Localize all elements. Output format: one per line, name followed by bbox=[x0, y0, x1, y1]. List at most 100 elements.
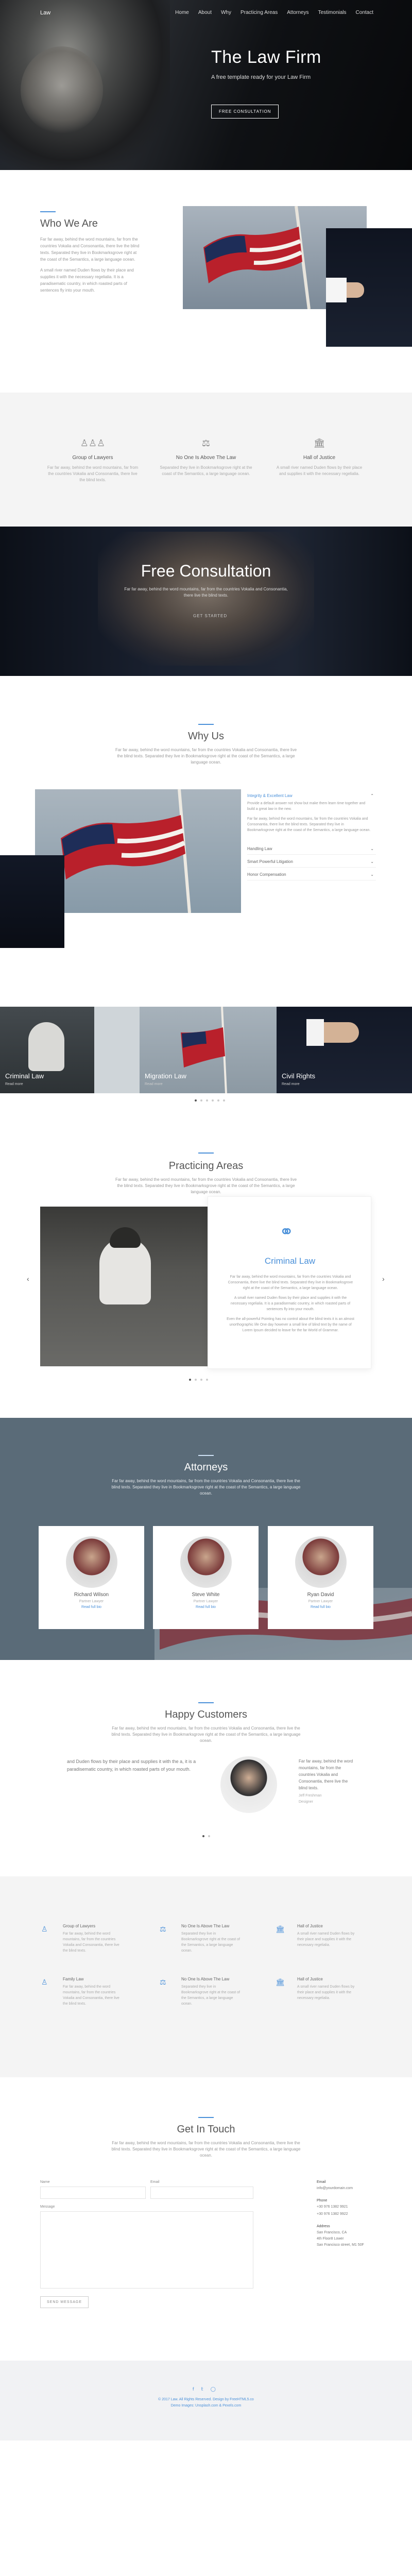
nav-item-testimonials[interactable]: Testimonials bbox=[318, 10, 347, 15]
accordion-item-handling-law[interactable]: Handling Law ⌄ bbox=[247, 843, 376, 855]
accordion-label: Handling Law bbox=[247, 846, 272, 851]
contact-address-2: 4th Floor8 Lower bbox=[317, 2237, 344, 2241]
slider-dot[interactable] bbox=[202, 1835, 204, 1837]
site-logo[interactable]: Law bbox=[40, 10, 50, 16]
attorney-bio-link[interactable]: Read full bio bbox=[153, 1605, 259, 1609]
contact-phone-2[interactable]: +30 976 1382 9922 bbox=[317, 2212, 348, 2216]
why-intro: Far far away, behind the word mountains,… bbox=[115, 748, 297, 765]
instagram-icon[interactable]: ◯ bbox=[211, 2386, 216, 2392]
chevron-down-icon: ⌄ bbox=[370, 846, 374, 851]
attorney-card: Ryan David Partner Lawyer Read full bio bbox=[268, 1526, 373, 1629]
service-text: Separated they live in Bookmarksgrove ri… bbox=[181, 1932, 240, 1953]
accordion-label: Honor Compensation bbox=[247, 872, 286, 877]
email-input[interactable] bbox=[150, 2187, 253, 2199]
practicing-intro: Far far away, behind the word mountains,… bbox=[115, 1177, 297, 1194]
feature-title: Group of Lawyers bbox=[72, 455, 113, 461]
flag-icon bbox=[61, 789, 191, 913]
message-textarea[interactable] bbox=[40, 2211, 253, 2289]
slider-dot[interactable] bbox=[217, 1099, 219, 1101]
footer-credits: Demo Images: Unsplash.com & Pexels.com bbox=[170, 2404, 242, 2408]
slider-dot[interactable] bbox=[200, 1099, 202, 1101]
slider-dot[interactable] bbox=[195, 1379, 197, 1381]
service-item: ♙ Family Law Far far away, behind the wo… bbox=[41, 1977, 124, 2007]
contact-email-link[interactable]: info@yourdomain.com bbox=[317, 2187, 353, 2190]
service-item: 🏛 Hall of Justice A small river named Du… bbox=[276, 1924, 358, 1948]
nav-item-why[interactable]: Why bbox=[221, 10, 231, 15]
slider-dot[interactable] bbox=[212, 1099, 214, 1101]
slider-dot[interactable] bbox=[206, 1379, 208, 1381]
category-link[interactable]: Read more bbox=[5, 1082, 23, 1086]
category-link[interactable]: Read more bbox=[282, 1082, 300, 1086]
category-tile-criminal-law[interactable]: Criminal Law Read more bbox=[0, 1007, 94, 1093]
slider-dot[interactable] bbox=[223, 1099, 225, 1101]
chevron-left-icon[interactable]: ‹ bbox=[27, 1275, 29, 1283]
why-us-section: Why Us Far far away, behind the word mou… bbox=[0, 676, 412, 975]
practice-card-p3: Even the all-powerful Pointing has no co… bbox=[227, 1317, 354, 1332]
suit-hands-image bbox=[326, 228, 412, 347]
slider-dots bbox=[195, 1099, 225, 1101]
top-nav: Law Home About Why Practicing Areas Atto… bbox=[0, 7, 412, 20]
accordion-item-honor[interactable]: Honor Compensation ⌄ bbox=[247, 869, 376, 880]
nav-item-attorneys[interactable]: Attorneys bbox=[287, 10, 308, 15]
name-input[interactable] bbox=[40, 2187, 146, 2199]
get-started-button[interactable]: GET STARTED bbox=[185, 609, 235, 623]
name-label: Name bbox=[40, 2180, 50, 2184]
accordion-item-litigation[interactable]: Smart Powerful Litigation ⌄ bbox=[247, 856, 376, 868]
practice-card-body: Far far away, behind the word mountains,… bbox=[226, 1274, 355, 1333]
avatar bbox=[65, 1536, 117, 1588]
facebook-icon[interactable]: f bbox=[193, 2386, 194, 2392]
attorney-bio-link[interactable]: Read full bio bbox=[39, 1605, 144, 1609]
service-text: A small river named Duden flows by their… bbox=[297, 1932, 355, 1947]
send-message-button[interactable]: SEND MESSAGE bbox=[40, 2296, 89, 2308]
nav-item-about[interactable]: About bbox=[198, 10, 212, 15]
slider-dot[interactable] bbox=[206, 1099, 208, 1101]
consultation-title: Free Consultation bbox=[141, 562, 271, 580]
accordion-label: Smart Powerful Litigation bbox=[247, 859, 293, 864]
attorney-bio-link[interactable]: Read full bio bbox=[268, 1605, 373, 1609]
flag-image bbox=[35, 789, 241, 913]
category-tile-civil-rights[interactable]: Civil Rights Read more bbox=[277, 1007, 412, 1093]
practicing-areas-section: Practicing Areas Far far away, behind th… bbox=[0, 1109, 412, 1418]
free-consultation-button[interactable]: FREE CONSULTATION bbox=[211, 105, 279, 118]
feature-no-one-above-law: ⚖ No One Is Above The Law Separated they… bbox=[160, 438, 252, 477]
accordion-body: Provide a default answer not show but ma… bbox=[247, 801, 371, 833]
testimonial-role: Designer bbox=[299, 1800, 314, 1804]
hoodie-figure bbox=[28, 1022, 64, 1071]
attorney-name: Richard Wilson bbox=[74, 1592, 109, 1598]
nav-item-practicing-areas[interactable]: Practicing Areas bbox=[241, 10, 278, 15]
nav-item-contact[interactable]: Contact bbox=[356, 10, 373, 15]
service-title: Group of Lawyers bbox=[63, 1924, 96, 1928]
slider-dot[interactable] bbox=[200, 1379, 202, 1381]
group-icon: ♙ bbox=[41, 1925, 48, 1933]
footer-copyright: © 2017 Law. All Rights Reserved. Design … bbox=[158, 2398, 254, 2401]
contact-intro: Far far away, behind the word mountains,… bbox=[111, 2141, 301, 2158]
category-link[interactable]: Read more bbox=[145, 1082, 163, 1086]
contact-phone-1[interactable]: +30 976 1382 9921 bbox=[317, 2205, 348, 2209]
handshake-background-image bbox=[98, 532, 314, 666]
contact-title: Get In Touch bbox=[177, 2124, 235, 2135]
chevron-down-icon: ⌄ bbox=[370, 859, 374, 864]
attorney-role: Partner Lawyer bbox=[79, 1600, 104, 1603]
hero-section: Law Home About Why Practicing Areas Atto… bbox=[0, 0, 412, 170]
twitter-icon[interactable]: 𝕥 bbox=[201, 2386, 203, 2392]
service-title: No One Is Above The Law bbox=[181, 1924, 230, 1928]
handcuffs-icon: ⚭ bbox=[279, 1222, 294, 1242]
consultation-text: Far far away, behind the word mountains,… bbox=[124, 587, 288, 598]
testimonial-quote: and Duden flows by their place and suppl… bbox=[67, 1759, 196, 1772]
category-tile-migration-law[interactable]: Migration Law Read more bbox=[140, 1007, 277, 1093]
chevron-right-icon[interactable]: › bbox=[382, 1275, 385, 1283]
bank-icon: 🏛 bbox=[313, 438, 325, 448]
service-title: No One Is Above The Law bbox=[181, 1977, 230, 1981]
testimonials-intro: Far far away, behind the word mountains,… bbox=[111, 1726, 301, 1743]
slider-dot[interactable] bbox=[195, 1099, 197, 1101]
service-title: Hall of Justice bbox=[297, 1977, 323, 1981]
feature-text: Far far away, behind the word mountains,… bbox=[47, 465, 139, 482]
hero-title: The Law Firm bbox=[211, 47, 321, 67]
category-slider: Criminal Law Read more Migration Law Rea… bbox=[0, 975, 412, 1109]
slider-dot[interactable] bbox=[208, 1835, 210, 1837]
nav-item-home[interactable]: Home bbox=[175, 10, 189, 15]
section-divider bbox=[198, 1153, 214, 1154]
accordion-item-integrity[interactable]: Integrity & Excellent Law ⌃ bbox=[247, 790, 376, 801]
slider-dot[interactable] bbox=[189, 1379, 191, 1381]
section-divider bbox=[198, 2117, 214, 2118]
